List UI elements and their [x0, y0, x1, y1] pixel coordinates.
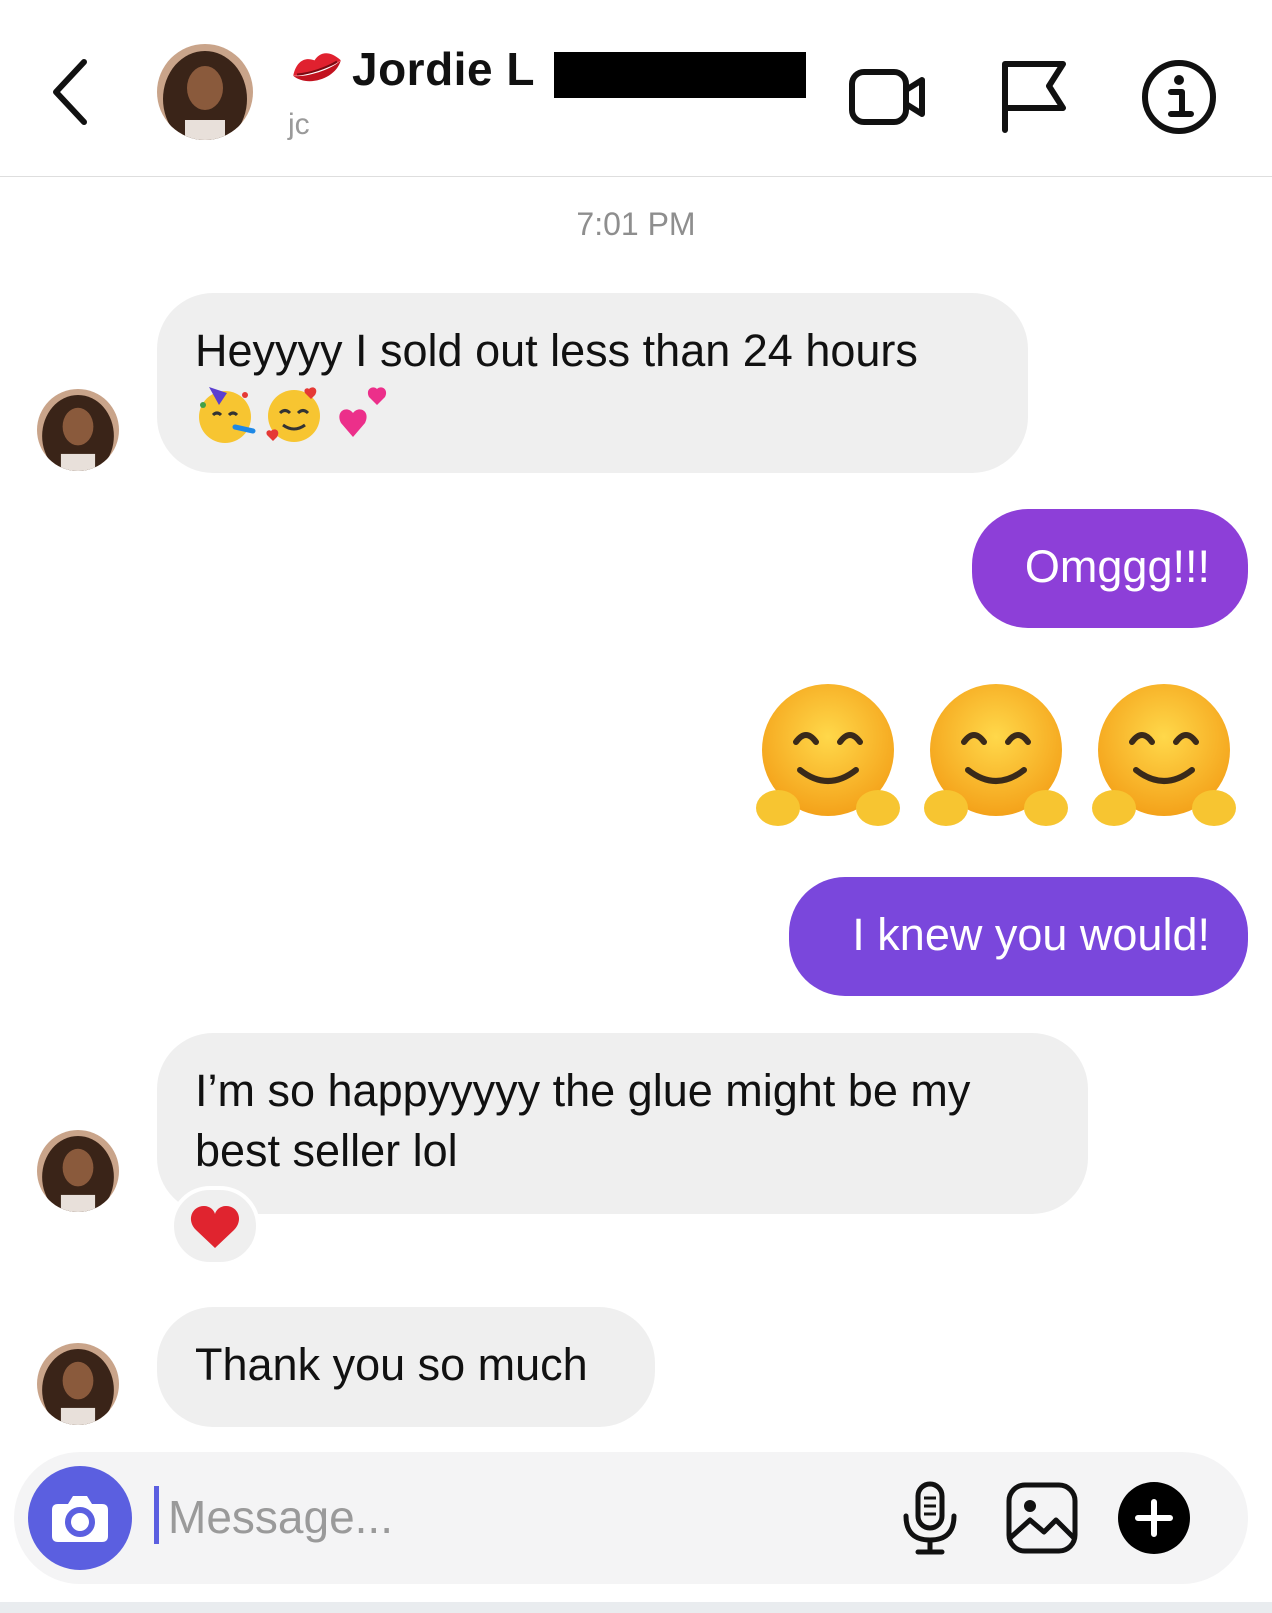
sender-avatar[interactable]: [37, 1343, 119, 1425]
voice-message-button[interactable]: [892, 1480, 968, 1556]
text-caret: [154, 1486, 159, 1544]
back-button[interactable]: [44, 52, 104, 132]
smiling-face-with-hearts-emoji: [266, 387, 320, 442]
chevron-left-icon: [53, 59, 87, 125]
contact-title[interactable]: Jordie L jc: [288, 40, 808, 141]
sender-avatar[interactable]: [37, 1130, 119, 1212]
bottom-safe-area: [0, 1602, 1272, 1613]
message-bubble-incoming[interactable]: I’m so happyyyyy the glue might be my be…: [157, 1033, 1088, 1214]
report-flag-button[interactable]: [997, 56, 1079, 138]
plus-icon: [1118, 1482, 1190, 1554]
message-bubble-outgoing[interactable]: Omggg!!!: [972, 509, 1248, 628]
message-bubble-incoming[interactable]: Thank you so much: [157, 1307, 655, 1427]
contact-name: Jordie L: [352, 43, 535, 95]
video-call-button[interactable]: [848, 56, 930, 138]
message-reaction[interactable]: [170, 1186, 260, 1266]
info-icon: [1142, 60, 1216, 134]
camera-button[interactable]: [28, 1466, 132, 1570]
avatar-photo: [37, 1343, 119, 1425]
message-bubble-incoming[interactable]: Heyyyy I sold out less than 24 hours: [157, 293, 1028, 473]
info-button[interactable]: [1138, 56, 1220, 138]
contact-avatar[interactable]: [157, 44, 253, 140]
message-input[interactable]: [162, 1482, 874, 1552]
avatar-photo: [37, 1130, 119, 1212]
more-options-button[interactable]: [1116, 1480, 1192, 1556]
message-text: Thank you so much: [195, 1339, 588, 1390]
contact-handle: jc: [288, 108, 310, 141]
revolving-hearts-emoji: [339, 387, 387, 437]
gallery-button[interactable]: [1004, 1480, 1080, 1556]
message-composer: [14, 1452, 1248, 1584]
emoji-row: [195, 383, 990, 447]
avatar-photo: [37, 389, 119, 471]
message-text: Heyyyy I sold out less than 24 hours: [195, 325, 918, 376]
message-bubble-outgoing[interactable]: I knew you would!: [789, 877, 1248, 996]
conversation-header: Jordie L jc: [0, 0, 1272, 177]
message-text: I’m so happyyyyy the glue might be my be…: [195, 1065, 971, 1176]
kiss-lips-icon: [293, 53, 341, 82]
camera-icon: [52, 1496, 108, 1542]
gallery-icon: [1006, 1482, 1078, 1554]
message-timestamp: 7:01 PM: [576, 206, 696, 242]
avatar-photo: [157, 44, 253, 140]
microphone-icon: [903, 1481, 957, 1555]
flag-icon: [1002, 61, 1066, 133]
red-heart-icon: [190, 1206, 240, 1248]
video-camera-icon: [849, 69, 925, 125]
message-text: I knew you would!: [852, 909, 1210, 960]
partying-face-emoji: [199, 387, 256, 443]
hugging-face-emoji: [756, 684, 900, 826]
hugging-face-emoji: [1092, 684, 1236, 826]
emoji-message[interactable]: [748, 680, 1248, 840]
hugging-face-emoji: [924, 684, 1068, 826]
message-text: Omggg!!!: [1024, 541, 1210, 592]
redaction-bar: [554, 52, 806, 98]
sender-avatar[interactable]: [37, 389, 119, 471]
